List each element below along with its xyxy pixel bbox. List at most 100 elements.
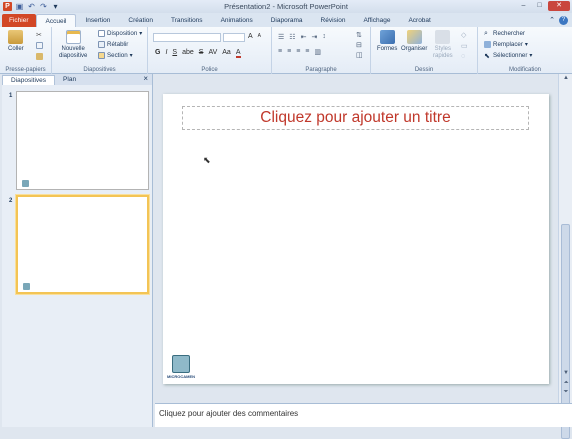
select-button[interactable]: ⬉ Sélectionner ▾ <box>484 52 533 60</box>
cut-icon[interactable]: ✂ <box>36 31 43 39</box>
tab-diaporama[interactable]: Diaporama <box>262 14 312 27</box>
text-direction-icon[interactable]: ⇅ <box>356 31 363 39</box>
tab-plan[interactable]: Plan <box>55 75 84 85</box>
slides-group-label: Diapositives <box>83 67 116 73</box>
columns-icon[interactable]: ▥ <box>314 48 321 56</box>
section-button[interactable]: Section ▾ <box>98 52 133 59</box>
ribbon: Coller ✂ Presse-papiers Nouvelle diaposi… <box>0 27 572 74</box>
numbering-icon[interactable]: ☷ <box>289 33 295 41</box>
italic-button[interactable]: I <box>165 49 167 58</box>
align-center-icon[interactable]: ≡ <box>287 48 291 56</box>
increase-indent-icon[interactable]: ⇥ <box>311 33 317 41</box>
replace-button[interactable]: Remplacer ▾ <box>484 41 528 48</box>
help-icon[interactable]: ? <box>559 15 568 25</box>
minimize-button[interactable]: – <box>516 1 531 11</box>
drawing-group-label: Dessin <box>414 67 434 73</box>
slide-thumbnail-1[interactable] <box>16 91 149 190</box>
next-slide-icon[interactable]: ⏷ <box>560 389 572 396</box>
notes-pane[interactable]: Cliquez pour ajouter des commentaires <box>155 403 572 427</box>
bold-button[interactable]: G <box>155 49 160 58</box>
shrink-font-button[interactable]: A <box>258 33 261 40</box>
shapes-icon <box>379 30 395 44</box>
tab-fichier[interactable]: Fichier <box>2 14 36 27</box>
tab-affichage[interactable]: Affichage <box>354 14 399 27</box>
panel-tabs: Diapositives Plan × <box>2 74 152 85</box>
font-size-combobox[interactable] <box>223 33 245 42</box>
close-button[interactable]: ✕ <box>548 1 570 11</box>
paste-icon <box>8 30 24 44</box>
font-color-icon[interactable]: A <box>235 49 241 58</box>
microcamen-logo: MICROCAMEN <box>166 355 196 381</box>
grow-font-button[interactable]: A <box>248 33 253 40</box>
decrease-indent-icon[interactable]: ⇤ <box>301 33 307 41</box>
microcamen-logo-icon <box>22 180 29 187</box>
layout-button[interactable]: Disposition ▾ <box>98 30 142 37</box>
previous-slide-icon[interactable]: ⏶ <box>560 380 572 387</box>
paragraph-group: ☰ ☷ ⇤ ⇥ ↕ ≡ ≡ ≡ ≡ ▥ ⇅ ⊟ ◫ Paragraphe <box>272 27 371 74</box>
minimize-ribbon-icon[interactable]: ⌃ <box>549 16 555 24</box>
mouse-cursor-icon: ⬉ <box>203 155 211 165</box>
format-painter-icon[interactable] <box>36 53 43 60</box>
redo-icon[interactable]: ↷ <box>39 2 48 11</box>
title-bar: P ▣ ↶ ↷ ▾ Présentation2 - Microsoft Powe… <box>0 0 572 13</box>
align-right-icon[interactable]: ≡ <box>296 48 300 56</box>
tab-accueil[interactable]: Accueil <box>35 14 77 27</box>
editing-group-label: Modification <box>508 67 541 73</box>
tab-animations[interactable]: Animations <box>212 14 262 27</box>
vertical-scrollbar[interactable]: ▲ ▼ ⏶ ⏷ <box>558 74 572 439</box>
select-icon: ⬉ <box>484 53 490 60</box>
strikethrough-button[interactable]: S <box>199 49 204 58</box>
microcamen-logo-icon <box>172 355 190 373</box>
scroll-down-icon[interactable]: ▼ <box>560 370 572 376</box>
tab-insertion[interactable]: Insertion <box>76 14 119 27</box>
paragraph-group-label: Paragraphe <box>305 67 337 73</box>
font-name-combobox[interactable] <box>153 33 221 42</box>
char-spacing-button[interactable]: AV <box>208 49 217 58</box>
justify-icon[interactable]: ≡ <box>305 48 309 56</box>
save-icon[interactable]: ▣ <box>15 2 24 11</box>
maximize-button[interactable]: □ <box>532 1 547 11</box>
shape-fill-icon[interactable]: ◇ <box>461 31 468 39</box>
smartart-icon[interactable]: ◫ <box>356 51 363 59</box>
scroll-up-icon[interactable]: ▲ <box>560 75 572 81</box>
slides-group: Nouvelle diapositive Disposition ▾ Rétabl… <box>52 27 148 74</box>
tab-acrobat[interactable]: Acrobat <box>399 14 439 27</box>
arrange-icon <box>406 30 422 44</box>
align-text-icon[interactable]: ⊟ <box>356 41 363 49</box>
new-slide-button[interactable]: Nouvelle diapositive <box>59 30 87 60</box>
line-spacing-icon[interactable]: ↕ <box>322 33 326 41</box>
underline-button[interactable]: S <box>172 49 177 58</box>
slide-thumbnail-2[interactable] <box>16 195 149 294</box>
drawing-group: Formes Organiser Styles rapides ◇ ▭ ◌ De… <box>371 27 478 74</box>
tab-creation[interactable]: Création <box>119 14 162 27</box>
change-case-button[interactable]: Aa <box>222 49 231 58</box>
shape-outline-icon[interactable]: ▭ <box>461 42 468 50</box>
clipboard-group-label: Presse-papiers <box>5 67 46 73</box>
close-panel-icon[interactable]: × <box>143 74 148 84</box>
tab-diapositives[interactable]: Diapositives <box>2 75 56 85</box>
paste-button[interactable]: Coller <box>8 30 24 53</box>
title-placeholder[interactable]: Cliquez pour ajouter un titre <box>182 106 529 130</box>
arrange-button[interactable]: Organiser <box>401 30 427 53</box>
shape-effects-icon[interactable]: ◌ <box>461 53 468 60</box>
quick-styles-button[interactable]: Styles rapides <box>433 30 453 60</box>
editing-group: ⌕ Rechercher Remplacer ▾ ⬉ Sélectionner ▾ Mo… <box>478 27 572 74</box>
clipboard-group: Coller ✂ Presse-papiers <box>0 27 52 74</box>
thumbnail-number: 2 <box>9 198 13 204</box>
customize-qat-icon[interactable]: ▾ <box>51 2 60 11</box>
align-left-icon[interactable]: ≡ <box>278 48 282 56</box>
section-icon <box>98 52 105 59</box>
undo-icon[interactable]: ↶ <box>27 2 36 11</box>
tab-revision[interactable]: Révision <box>312 14 355 27</box>
new-slide-icon <box>65 30 81 44</box>
powerpoint-logo-icon[interactable]: P <box>3 2 12 11</box>
copy-icon[interactable] <box>36 42 43 49</box>
shadow-button[interactable]: abe <box>182 49 194 58</box>
current-slide[interactable]: Cliquez pour ajouter un titre ⬉ MICROCAM… <box>163 94 549 384</box>
layout-icon <box>98 30 105 37</box>
reset-button[interactable]: Rétablir <box>98 41 128 48</box>
bullets-icon[interactable]: ☰ <box>278 33 284 41</box>
find-button[interactable]: ⌕ Rechercher <box>484 30 525 37</box>
tab-transitions[interactable]: Transitions <box>162 14 212 27</box>
shapes-button[interactable]: Formes <box>377 30 397 53</box>
